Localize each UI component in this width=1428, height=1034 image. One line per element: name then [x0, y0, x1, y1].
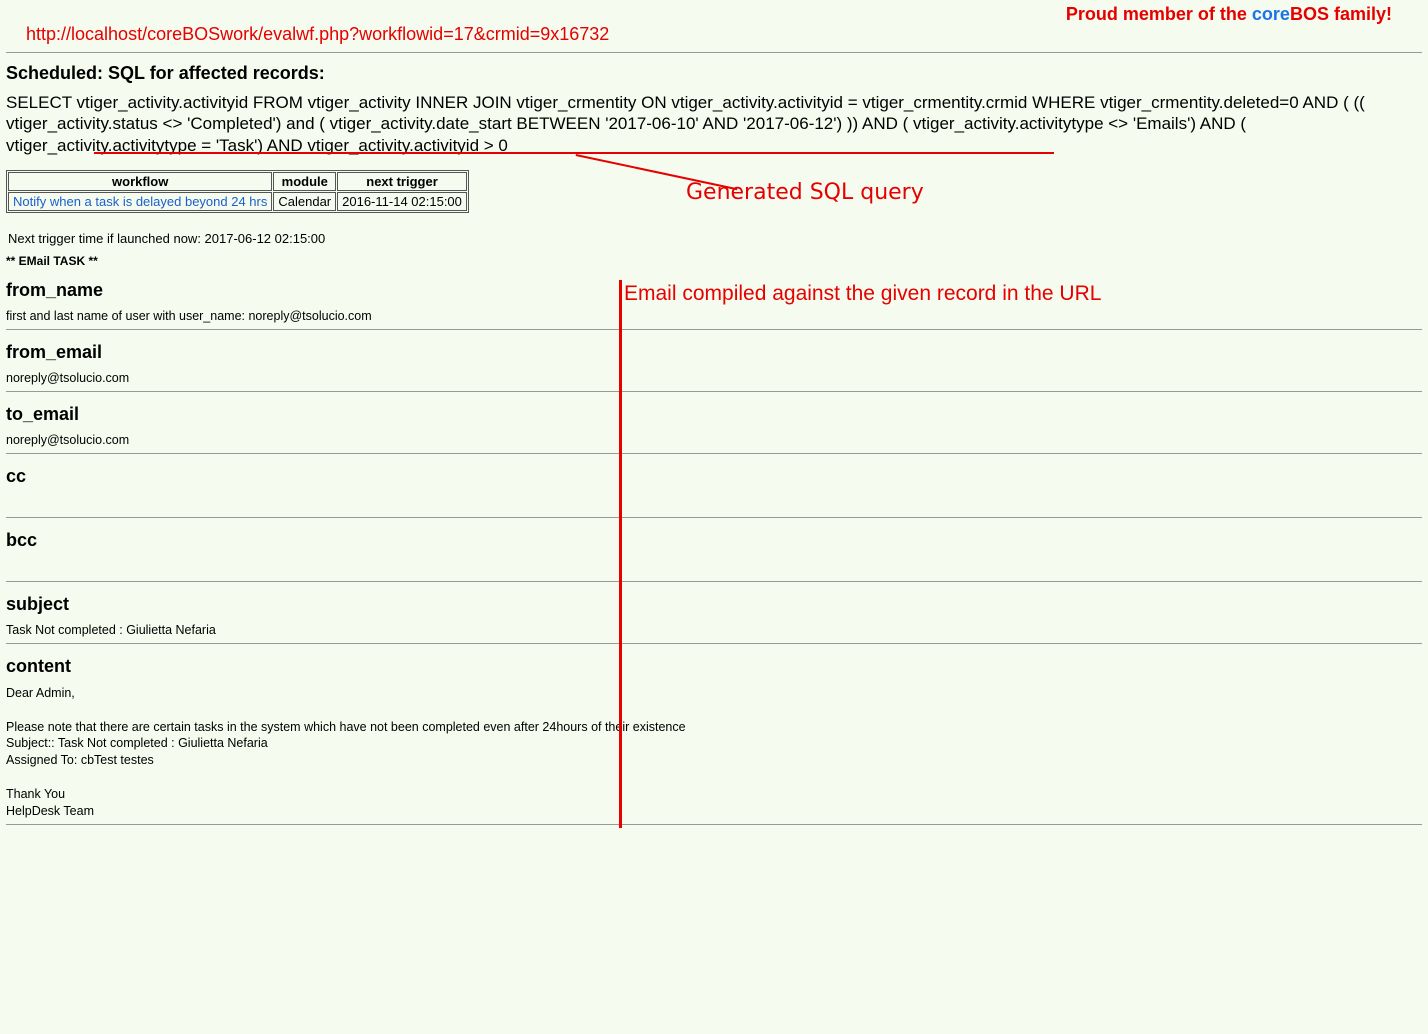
proud-bos: BOS: [1290, 4, 1329, 24]
annotation-email-label: Email compiled against the given record …: [624, 282, 1101, 306]
workflow-link[interactable]: Notify when a task is delayed beyond 24 …: [13, 194, 267, 209]
divider: [6, 517, 1422, 518]
field-from-email: from_email noreply@tsolucio.com: [6, 342, 1422, 385]
from-email-value: noreply@tsolucio.com: [6, 371, 1422, 385]
divider: [6, 824, 1422, 825]
content-body: Dear Admin, Please note that there are c…: [6, 685, 1422, 820]
subject-label: subject: [6, 594, 1422, 615]
proud-prefix: Proud member of the: [1066, 4, 1252, 24]
divider: [6, 329, 1422, 330]
from-name-value: first and last name of user with user_na…: [6, 309, 1422, 323]
cc-value: [6, 495, 1422, 513]
th-module: module: [273, 172, 336, 191]
topbar: http://localhost/coreBOSwork/evalwf.php?…: [6, 6, 1422, 46]
divider: [6, 643, 1422, 644]
divider: [6, 581, 1422, 582]
bcc-label: bcc: [6, 530, 1422, 551]
annotation-sql-label: Generated SQL query: [686, 180, 924, 205]
th-next-trigger: next trigger: [337, 172, 467, 191]
sql-wrap: SELECT vtiger_activity.activityid FROM v…: [6, 92, 1422, 213]
field-bcc: bcc: [6, 530, 1422, 577]
sql-section-title: Scheduled: SQL for affected records:: [6, 63, 1422, 84]
field-cc: cc: [6, 466, 1422, 513]
next-trigger-text: Next trigger time if launched now: 2017-…: [8, 231, 1422, 246]
annotation-vertical-line: [619, 280, 622, 828]
email-task-marker: ** EMail TASK **: [6, 254, 1422, 268]
cc-label: cc: [6, 466, 1422, 487]
proud-core: core: [1252, 4, 1290, 24]
field-subject: subject Task Not completed : Giulietta N…: [6, 594, 1422, 637]
from-email-label: from_email: [6, 342, 1422, 363]
top-divider: [6, 52, 1422, 53]
proud-member-text: Proud member of the coreBOS family!: [1066, 4, 1392, 25]
page-url: http://localhost/coreBOSwork/evalwf.php?…: [26, 24, 609, 45]
th-workflow: workflow: [8, 172, 272, 191]
annotation-underline: [94, 152, 1054, 154]
table-header-row: workflow module next trigger: [8, 172, 467, 191]
workflow-table: workflow module next trigger Notify when…: [6, 170, 469, 213]
bcc-value: [6, 559, 1422, 577]
subject-value: Task Not completed : Giulietta Nefaria: [6, 623, 1422, 637]
td-module: Calendar: [273, 192, 336, 211]
field-to-email: to_email noreply@tsolucio.com: [6, 404, 1422, 447]
divider: [6, 391, 1422, 392]
td-next-trigger: 2016-11-14 02:15:00: [337, 192, 467, 211]
field-content: content Dear Admin, Please note that the…: [6, 656, 1422, 820]
to-email-value: noreply@tsolucio.com: [6, 433, 1422, 447]
email-wrap: Email compiled against the given record …: [6, 280, 1422, 825]
td-workflow: Notify when a task is delayed beyond 24 …: [8, 192, 272, 211]
table-row: Notify when a task is delayed beyond 24 …: [8, 192, 467, 211]
sql-query-text: SELECT vtiger_activity.activityid FROM v…: [6, 92, 1422, 156]
proud-suffix: family!: [1329, 4, 1392, 24]
divider: [6, 453, 1422, 454]
content-label: content: [6, 656, 1422, 677]
to-email-label: to_email: [6, 404, 1422, 425]
